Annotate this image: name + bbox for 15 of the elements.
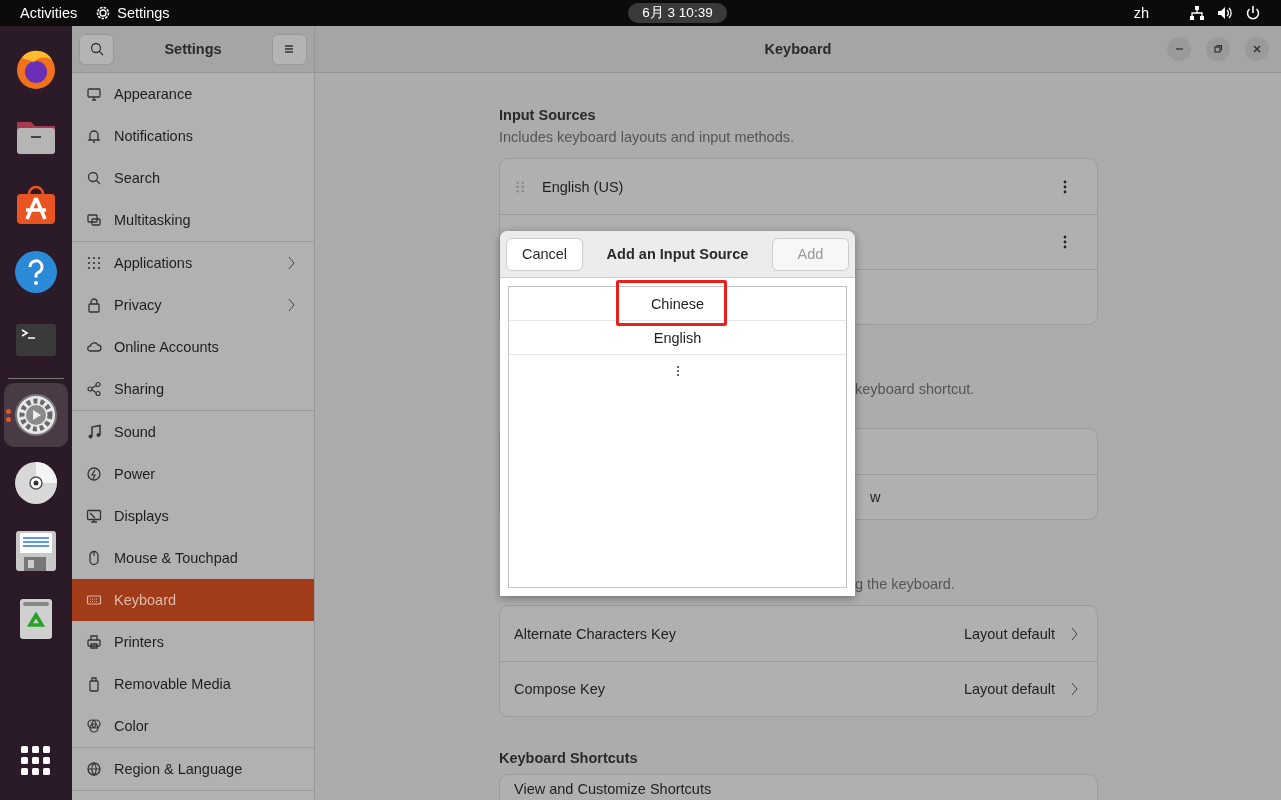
section-title: Keyboard Shortcuts <box>499 749 639 768</box>
section-title: Input Sources <box>499 106 597 125</box>
section-description: Includes keyboard layouts and input methods. <box>499 128 796 146</box>
row-value: Layout default <box>963 625 1055 642</box>
row-label: Alternate Characters Key <box>514 625 676 642</box>
row-label: w <box>870 489 881 505</box>
row-label: Compose Key <box>514 681 606 697</box>
sidebar-title: Settings <box>164 41 222 57</box>
section-description: keyboard shortcut. <box>855 380 976 398</box>
row-value: Layout default <box>963 681 1055 697</box>
row-label: View and Customize Shortcuts <box>514 781 712 797</box>
window-title: Keyboard <box>764 41 832 57</box>
section-description: g the keyboard. <box>855 575 956 593</box>
input-source-name: English (US) <box>542 178 624 195</box>
dialog-title: Add an Input Source <box>606 246 749 262</box>
